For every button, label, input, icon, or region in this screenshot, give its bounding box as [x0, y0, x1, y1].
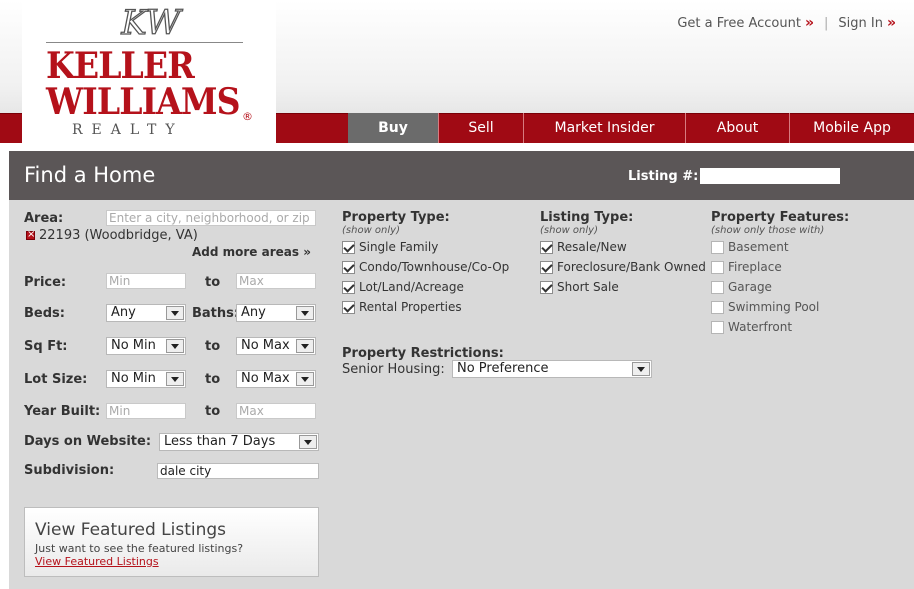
nav-tab-buy[interactable]: Buy: [348, 113, 438, 143]
sign-in-link[interactable]: Sign In»: [838, 15, 896, 31]
logo-text-realty: REALTY: [72, 122, 184, 138]
chevron-right-icon: »: [804, 15, 814, 31]
add-more-areas-link[interactable]: Add more areas »: [192, 245, 311, 259]
chevron-down-icon: [299, 435, 317, 449]
year-to-label: to: [205, 404, 221, 419]
property-restrictions-title: Property Restrictions:: [342, 346, 504, 361]
listing-type-title: Listing Type:: [540, 210, 634, 225]
lot-max-select[interactable]: No Max: [236, 370, 316, 388]
checkbox[interactable]: [342, 301, 355, 314]
checkbox[interactable]: [540, 241, 553, 254]
kw-monogram-icon: KW: [120, 2, 184, 43]
checkbox[interactable]: [711, 301, 724, 314]
listing-type-sub: (show only): [540, 225, 598, 236]
checkbox[interactable]: [711, 261, 724, 274]
nav-tab-about[interactable]: About: [685, 113, 789, 143]
area-input[interactable]: Enter a city, neighborhood, or zip: [106, 210, 316, 226]
remove-area-icon[interactable]: [26, 228, 35, 242]
property-features-title: Property Features:: [711, 210, 850, 225]
chevron-down-icon: [296, 306, 314, 320]
site-header: KW KELLER WILLIAMS ® REALTY Get a Free A…: [0, 0, 914, 143]
main-nav: Buy Sell Market Insider About Mobile App: [348, 113, 914, 143]
property-type-title: Property Type:: [342, 210, 450, 225]
featured-subtitle: Just want to see the featured listings?: [35, 542, 244, 555]
panel-header: Find a Home Listing #:: [9, 151, 914, 200]
sqft-label: Sq Ft:: [24, 339, 68, 354]
logo-text-williams: WILLIAMS: [46, 81, 241, 123]
baths-label: Baths:: [192, 306, 240, 321]
price-label: Price:: [24, 275, 67, 290]
property-type-sub: (show only): [342, 225, 400, 236]
chevron-down-icon: [166, 306, 184, 320]
checkbox[interactable]: [540, 261, 553, 274]
checkbox[interactable]: [540, 281, 553, 294]
checkbox[interactable]: [711, 241, 724, 254]
view-featured-listings-link[interactable]: View Featured Listings: [35, 555, 159, 568]
checkbox[interactable]: [342, 261, 355, 274]
lot-size-label: Lot Size:: [24, 372, 88, 387]
svg-text:KW: KW: [120, 3, 183, 43]
price-to-label: to: [205, 275, 221, 290]
keller-williams-logo[interactable]: KW KELLER WILLIAMS ® REALTY: [22, 0, 276, 143]
top-links: Get a Free Account» | Sign In»: [677, 15, 896, 31]
year-min-input[interactable]: Min: [106, 403, 186, 419]
beds-label: Beds:: [24, 306, 65, 321]
chevron-down-icon: [166, 372, 184, 386]
price-max-input[interactable]: Max: [236, 273, 316, 289]
chevron-right-icon: »: [886, 15, 896, 31]
chevron-down-icon: [166, 339, 184, 353]
lot-min-select[interactable]: No Min: [106, 370, 186, 388]
lot-to-label: to: [205, 372, 221, 387]
checkbox[interactable]: [342, 281, 355, 294]
get-free-account-link[interactable]: Get a Free Account»: [677, 15, 814, 31]
area-label: Area:: [24, 211, 64, 226]
listing-number-label: Listing #:: [628, 169, 699, 184]
link-separator: |: [824, 16, 829, 31]
registered-mark: ®: [242, 110, 253, 123]
year-built-label: Year Built:: [24, 404, 101, 419]
featured-title: View Featured Listings: [35, 520, 227, 540]
sqft-to-label: to: [205, 339, 221, 354]
checkbox[interactable]: [711, 321, 724, 334]
checkbox[interactable]: [342, 241, 355, 254]
listing-number-input[interactable]: [700, 168, 840, 184]
panel-title: Find a Home: [24, 163, 156, 187]
nav-tab-mobile-app[interactable]: Mobile App: [789, 113, 914, 143]
subdivision-input[interactable]: dale city: [157, 463, 319, 479]
selected-area: 22193 (Woodbridge, VA): [39, 228, 198, 243]
senior-housing-label: Senior Housing:: [342, 362, 445, 377]
logo-rule: [46, 42, 243, 43]
property-features-sub: (show only those with): [711, 225, 825, 236]
checkbox[interactable]: [711, 281, 724, 294]
logo-text-keller: KELLER: [46, 45, 195, 87]
nav-tab-sell[interactable]: Sell: [438, 113, 523, 143]
beds-select[interactable]: Any: [106, 304, 186, 322]
subdivision-label: Subdivision:: [24, 463, 115, 478]
sqft-min-select[interactable]: No Min: [106, 337, 186, 355]
chevron-down-icon: [296, 372, 314, 386]
nav-tab-market-insider[interactable]: Market Insider: [523, 113, 685, 143]
days-on-website-select[interactable]: Less than 7 Days: [159, 433, 319, 451]
chevron-down-icon: [296, 339, 314, 353]
senior-housing-select[interactable]: No Preference: [452, 360, 652, 378]
chevron-down-icon: [632, 362, 650, 376]
days-on-website-label: Days on Website:: [24, 434, 152, 449]
baths-select[interactable]: Any: [236, 304, 316, 322]
featured-listings-box: View Featured Listings Just want to see …: [24, 507, 319, 577]
price-min-input[interactable]: Min: [106, 273, 186, 289]
year-max-input[interactable]: Max: [236, 403, 316, 419]
sqft-max-select[interactable]: No Max: [236, 337, 316, 355]
find-a-home-panel: Find a Home Listing #: Area: Enter a cit…: [9, 151, 914, 589]
